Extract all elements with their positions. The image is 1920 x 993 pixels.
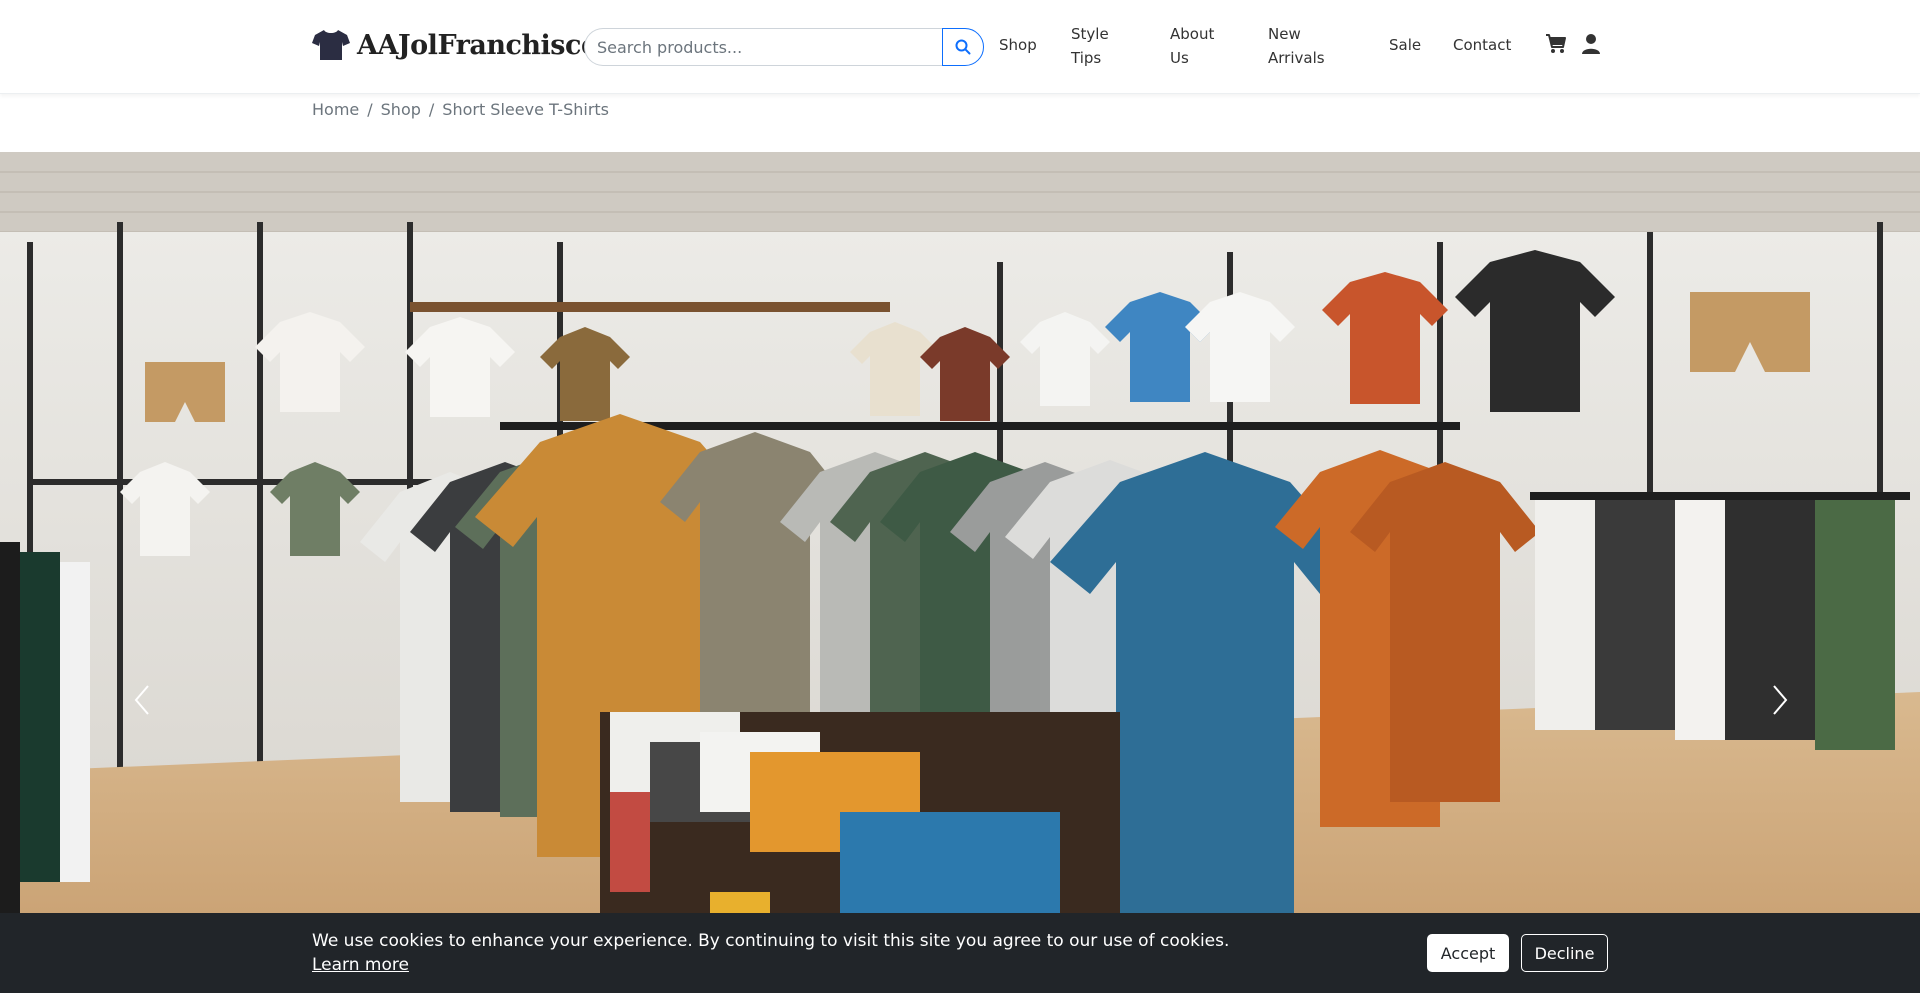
nav-sale[interactable]: Sale — [1389, 33, 1421, 57]
hero-carousel — [0, 152, 1920, 993]
tshirt-icon — [312, 30, 350, 60]
cookie-learn-more-link[interactable]: Learn more — [312, 953, 409, 977]
breadcrumb-shop[interactable]: Shop — [381, 100, 421, 119]
store-interior-image — [0, 152, 1920, 993]
nav-about-us[interactable]: About Us — [1170, 22, 1228, 70]
breadcrumb: Home / Shop / Short Sleeve T-Shirts — [312, 100, 609, 119]
brand-name: AAJolFranchisce — [357, 29, 598, 61]
site-header: AAJolFranchisce Shop Style Tips About Us… — [0, 0, 1920, 94]
search-input[interactable] — [584, 28, 942, 66]
cart-icon[interactable] — [1545, 33, 1567, 55]
cookie-message: We use cookies to enhance your experienc… — [312, 931, 1230, 951]
search-button[interactable] — [942, 28, 984, 66]
cookie-accept-button[interactable]: Accept — [1427, 934, 1509, 972]
nav-style-tips[interactable]: Style Tips — [1071, 22, 1129, 70]
nav-contact[interactable]: Contact — [1453, 33, 1511, 57]
nav-new-arrivals[interactable]: New Arrivals — [1268, 22, 1338, 70]
breadcrumb-separator: / — [367, 100, 373, 119]
breadcrumb-current: Short Sleeve T-Shirts — [442, 100, 609, 119]
cookie-consent-bar: We use cookies to enhance your experienc… — [0, 913, 1920, 993]
cookie-decline-button[interactable]: Decline — [1521, 934, 1608, 972]
chevron-right-icon[interactable] — [1762, 680, 1792, 720]
user-icon[interactable] — [1582, 33, 1600, 55]
breadcrumb-separator: / — [428, 100, 435, 119]
breadcrumb-home[interactable]: Home — [312, 100, 359, 119]
search-icon — [955, 39, 971, 55]
chevron-left-icon[interactable] — [130, 680, 160, 720]
search-form — [584, 28, 984, 66]
brand-logo[interactable]: AAJolFranchisce — [311, 28, 598, 62]
nav-shop[interactable]: Shop — [999, 33, 1037, 57]
